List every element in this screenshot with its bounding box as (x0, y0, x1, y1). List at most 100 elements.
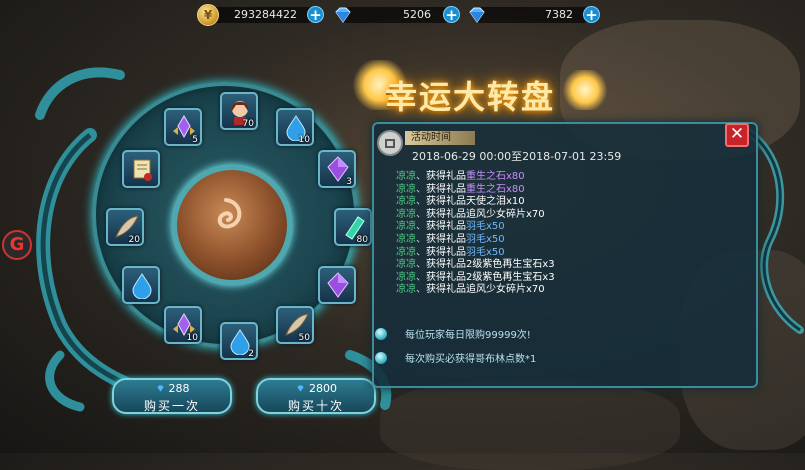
close-button[interactable]: ✕ (725, 123, 749, 147)
add-diamond-button-1[interactable]: + (443, 6, 460, 23)
separator: 、 (416, 271, 426, 283)
wheel-slot-crystal-crown[interactable]: 10 (164, 306, 202, 344)
slot-count: 20 (128, 235, 140, 245)
diamond-icon (297, 385, 304, 392)
separator: 、 (416, 259, 426, 271)
log-item: 重生之石x80 (466, 171, 525, 182)
add-gold-button[interactable]: + (307, 6, 324, 23)
buy-once-price-value: 288 (168, 382, 190, 395)
player-name: 凉凉 (396, 221, 416, 233)
buy-ten-price-value: 2800 (309, 382, 337, 395)
diamond-currency-2: 7382 + (467, 4, 605, 26)
separator: 、 (416, 196, 426, 208)
player-name: 凉凉 (396, 233, 416, 245)
log-item: 追风少女碎片x70 (466, 284, 545, 296)
log-row: 凉凉、获得礼品天使之泪x10 (396, 196, 736, 209)
slot-count: 10 (298, 135, 310, 145)
slot-count: 10 (186, 333, 198, 343)
gold-coin-icon: ¥ (197, 4, 219, 26)
separator: 、 (416, 221, 426, 233)
log-action: 获得礼品 (426, 271, 466, 283)
wheel-slot-feather[interactable]: 50 (276, 306, 314, 344)
separator: 、 (416, 246, 426, 258)
slot-count: 80 (356, 235, 368, 245)
log-item: 羽毛x50 (466, 221, 505, 233)
log-action: 获得礼品 (426, 259, 466, 271)
gift-icon (377, 130, 403, 156)
wheel-slot-water-drop[interactable] (122, 266, 160, 304)
log-item: 2级紫色再生宝石x3 (466, 259, 555, 271)
separator: 、 (416, 284, 426, 296)
wheel-slot-green-crystal[interactable]: 80 (334, 208, 372, 246)
note-goblin-points: 每次购买必获得哥布林点数*1 (375, 350, 536, 365)
wheel-slot-feather[interactable]: 20 (106, 208, 144, 246)
wheel-slot-water-drop[interactable]: 2 (220, 322, 258, 360)
log-action: 获得礼品 (426, 196, 466, 208)
slot-count: 3 (346, 177, 352, 187)
log-item: 羽毛x50 (466, 246, 505, 258)
swirl-icon (217, 198, 242, 229)
diamond-value-1: 5206 (403, 8, 431, 21)
note-daily-limit: 每位玩家每日限购99999次! (375, 326, 531, 341)
wheel-slot-crystal-crown[interactable]: 5 (164, 108, 202, 146)
slot-count: 5 (192, 135, 198, 145)
log-action: 获得礼品 (426, 246, 466, 258)
separator: 、 (416, 183, 426, 195)
player-name: 凉凉 (396, 196, 416, 208)
buy-once-label: 购买一次 (143, 399, 200, 413)
gold-value: 293284422 (234, 8, 297, 21)
wheel-slot-purple-gem[interactable]: 3 (318, 150, 356, 188)
log-row: 凉凉、获得礼品羽毛x50 (396, 247, 736, 260)
log-action: 获得礼品 (426, 171, 466, 182)
currency-bar: ¥ 293284422 + 5206 + 7382 + (197, 4, 605, 26)
slot-count: 50 (298, 333, 310, 343)
separator: 、 (416, 208, 426, 220)
log-item: 羽毛x50 (466, 233, 505, 245)
page-title: 幸运大转盘 (385, 78, 556, 116)
note-text: 每位玩家每日限购99999次! (405, 330, 531, 341)
log-action: 获得礼品 (426, 233, 466, 245)
diamond-icon (469, 7, 485, 23)
log-action: 获得礼品 (426, 183, 466, 195)
log-action: 获得礼品 (426, 208, 466, 220)
log-row: 凉凉、获得礼品追风少女碎片x70 (396, 284, 736, 297)
bulb-icon (375, 352, 387, 364)
wheel-slot-portrait[interactable]: 70 (220, 92, 258, 130)
note-text: 每次购买必获得哥布林点数*1 (405, 354, 537, 365)
wheel-slot-water-drop[interactable]: 10 (276, 108, 314, 146)
buy-ten-button[interactable]: 2800 购买十次 (256, 378, 376, 414)
player-name: 凉凉 (396, 284, 416, 296)
buy-once-button[interactable]: 288 购买一次 (112, 378, 232, 414)
log-row: 凉凉、获得礼品2级紫色再生宝石x3 (396, 259, 736, 272)
scroll-icon (133, 159, 152, 181)
buy-ten-price: 2800 (258, 382, 374, 395)
slot-count: 70 (242, 119, 254, 129)
log-item: 天使之泪x10 (466, 196, 525, 208)
buy-ten-label: 购买十次 (287, 399, 344, 413)
separator: 、 (416, 171, 426, 182)
event-time-range: 2018-06-29 00:00至2018-07-01 23:59 (412, 150, 622, 163)
player-name: 凉凉 (396, 208, 416, 220)
buy-once-price: 288 (114, 382, 230, 395)
log-action: 获得礼品 (426, 284, 466, 296)
log-action: 获得礼品 (426, 221, 466, 233)
log-item: 重生之石x80 (466, 183, 525, 195)
diamond-currency-1: 5206 + (333, 4, 463, 26)
diamond-icon (156, 385, 164, 392)
log-row: 凉凉、获得礼品2级紫色再生宝石x3 (396, 272, 736, 285)
diamond-value-2: 7382 (545, 8, 573, 21)
log-row: 凉凉、获得礼品羽毛x50 (396, 234, 736, 247)
log-row: 凉凉、获得礼品追风少女碎片x70 (396, 209, 736, 222)
player-name: 凉凉 (396, 183, 416, 195)
wheel-slot-scroll[interactable] (122, 150, 160, 188)
bulb-icon (375, 328, 387, 340)
add-diamond-button-2[interactable]: + (583, 6, 600, 23)
diamond-icon (335, 7, 351, 23)
wheel-slot-purple-gem[interactable] (318, 266, 356, 304)
water-drop-icon (132, 273, 152, 299)
log-item: 2级紫色再生宝石x3 (466, 271, 555, 283)
gold-currency: ¥ 293284422 + (197, 4, 327, 26)
player-name: 凉凉 (396, 171, 416, 182)
slot-count: 2 (248, 349, 254, 359)
reward-log-list: 凉凉、获得礼品重生之石x80 凉凉、获得礼品重生之石x80 凉凉、获得礼品天使之… (396, 171, 736, 297)
